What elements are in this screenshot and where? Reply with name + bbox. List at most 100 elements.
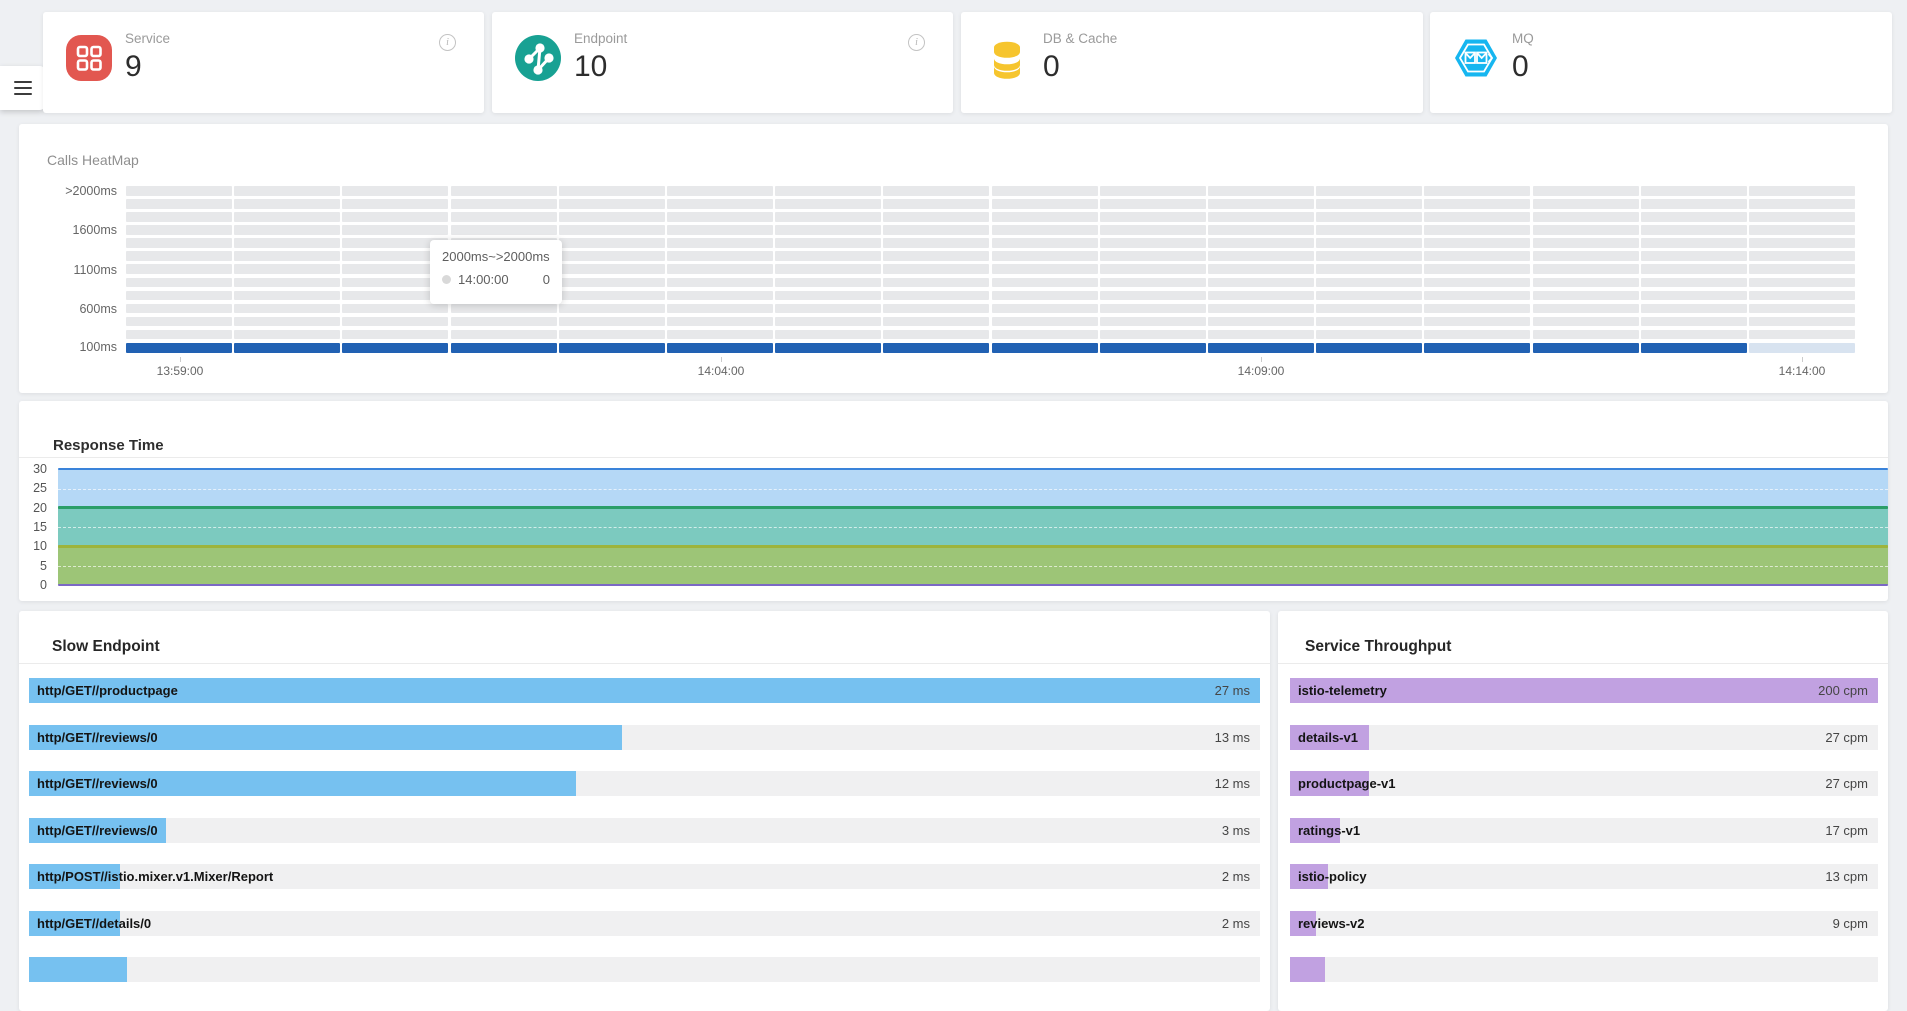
bar-label: istio-policy <box>1298 864 1367 889</box>
response-time-series-line <box>58 506 1888 509</box>
heatmap-cell <box>1533 264 1639 274</box>
service-throughput-row[interactable]: details-v127 cpm <box>1290 725 1878 750</box>
heatmap-y-label: >2000ms <box>27 184 117 198</box>
heatmap-cell <box>1100 291 1206 301</box>
heatmap-cell <box>1424 212 1530 222</box>
heatmap-cell <box>667 304 773 314</box>
heatmap-cell <box>1316 186 1422 196</box>
heatmap-cell <box>234 264 340 274</box>
heatmap-cell <box>667 186 773 196</box>
heatmap-grid[interactable] <box>126 186 1857 356</box>
heatmap-cell <box>1424 199 1530 209</box>
heatmap-cell <box>1641 317 1747 327</box>
heatmap-cell <box>667 278 773 288</box>
heatmap-cell <box>1208 304 1314 314</box>
service-throughput-row[interactable]: reviews-v29 cpm <box>1290 911 1878 936</box>
heatmap-cell <box>1424 225 1530 235</box>
heatmap-cell <box>451 330 557 340</box>
heatmap-cell <box>1316 330 1422 340</box>
heatmap-y-label: 1100ms <box>27 263 117 277</box>
service-throughput-row-partial[interactable] <box>1290 957 1878 982</box>
heatmap-cell <box>992 264 1098 274</box>
heatmap-cell <box>451 199 557 209</box>
heatmap-cell <box>775 291 881 301</box>
heatmap-cell <box>1424 343 1530 353</box>
heatmap-cell <box>559 264 665 274</box>
heatmap-cell <box>1424 186 1530 196</box>
response-time-series-line <box>58 468 1888 471</box>
heatmap-cell <box>234 291 340 301</box>
heatmap-cell <box>1641 330 1747 340</box>
card-label: Endpoint <box>574 31 627 46</box>
response-time-title: Response Time <box>53 437 164 454</box>
gridline-dashed <box>58 566 1888 567</box>
heatmap-cell <box>342 199 448 209</box>
heatmap-cell <box>1208 264 1314 274</box>
bar-value: 9 cpm <box>1833 911 1868 936</box>
heatmap-cell <box>559 251 665 261</box>
response-time-panel: Response Time 302520151050 <box>19 401 1888 601</box>
slow-endpoint-row[interactable]: http/POST//istio.mixer.v1.Mixer/Report2 … <box>29 864 1260 889</box>
heatmap-cell <box>1533 186 1639 196</box>
heatmap-cell <box>883 212 989 222</box>
heatmap-cell <box>1749 278 1855 288</box>
heatmap-axis-tick <box>180 357 181 362</box>
heatmap-cell <box>559 278 665 288</box>
heatmap-cell <box>775 238 881 248</box>
bar-label: http/GET//reviews/0 <box>37 725 158 750</box>
heatmap-cell <box>992 225 1098 235</box>
heatmap-cell <box>342 343 448 353</box>
heatmap-cell <box>1208 330 1314 340</box>
bar-value: 12 ms <box>1215 771 1250 796</box>
slow-endpoint-row[interactable]: http/GET//reviews/012 ms <box>29 771 1260 796</box>
heatmap-cell <box>126 212 232 222</box>
service-throughput-row[interactable]: istio-policy13 cpm <box>1290 864 1878 889</box>
slow-endpoint-row[interactable]: http/GET//details/02 ms <box>29 911 1260 936</box>
heatmap-cell <box>667 199 773 209</box>
heatmap-cell <box>992 304 1098 314</box>
panel-header-divider <box>19 663 1270 664</box>
heatmap-cell <box>1533 343 1639 353</box>
heatmap-cell <box>234 317 340 327</box>
response-time-series-line <box>58 545 1888 548</box>
heatmap-cell <box>1100 317 1206 327</box>
service-throughput-row[interactable]: istio-telemetry200 cpm <box>1290 678 1878 703</box>
heatmap-cell <box>775 212 881 222</box>
heatmap-cell <box>1641 251 1747 261</box>
service-throughput-row[interactable]: productpage-v127 cpm <box>1290 771 1878 796</box>
heatmap-cell <box>559 199 665 209</box>
sidebar-toggle-button[interactable] <box>0 66 45 110</box>
slow-endpoint-row[interactable]: http/GET//reviews/03 ms <box>29 818 1260 843</box>
heatmap-cell <box>559 186 665 196</box>
service-throughput-row[interactable]: ratings-v117 cpm <box>1290 818 1878 843</box>
heatmap-cell <box>342 186 448 196</box>
heatmap-cell <box>126 251 232 261</box>
hamburger-icon <box>0 81 45 96</box>
heatmap-cell <box>1424 238 1530 248</box>
response-time-y-label: 10 <box>21 539 47 553</box>
heatmap-cell <box>992 317 1098 327</box>
card-value: 0 <box>1512 50 1529 84</box>
heatmap-cell <box>1533 251 1639 261</box>
card-label: Service <box>125 31 170 46</box>
info-icon[interactable]: i <box>908 34 925 51</box>
heatmap-cell <box>992 186 1098 196</box>
heatmap-cell <box>126 278 232 288</box>
heatmap-cell <box>992 212 1098 222</box>
card-endpoint: Endpoint 10 i <box>492 12 953 113</box>
slow-endpoint-row[interactable]: http/GET//reviews/013 ms <box>29 725 1260 750</box>
heatmap-cell <box>1100 278 1206 288</box>
heatmap-cell <box>667 343 773 353</box>
heatmap-cell <box>342 317 448 327</box>
heatmap-cell <box>234 199 340 209</box>
card-label: DB & Cache <box>1043 31 1117 46</box>
slow-endpoint-row[interactable]: http/GET//productpage27 ms <box>29 678 1260 703</box>
response-time-y-label: 30 <box>21 462 47 476</box>
slow-endpoint-row-partial[interactable] <box>29 957 1260 982</box>
heatmap-cell <box>559 304 665 314</box>
service-throughput-title: Service Throughput <box>1305 638 1451 656</box>
heatmap-cell <box>234 278 340 288</box>
database-icon <box>984 35 1030 81</box>
heatmap-cell <box>1208 212 1314 222</box>
info-icon[interactable]: i <box>439 34 456 51</box>
